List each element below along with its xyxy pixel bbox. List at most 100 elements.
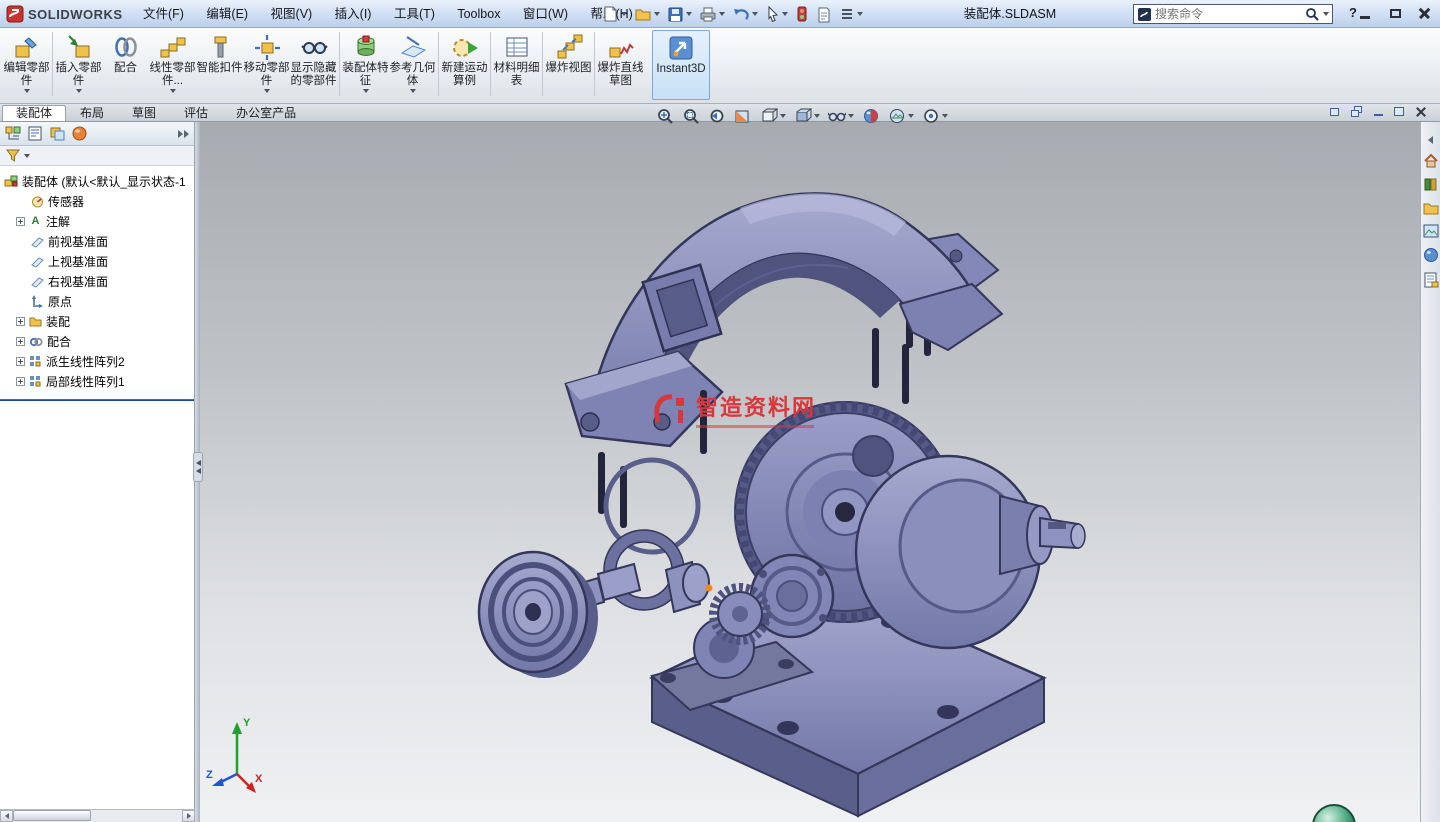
menu-edit[interactable]: 编辑(E)	[197, 0, 257, 28]
panel-overflow-chevron[interactable]	[177, 130, 189, 138]
filter-funnel-icon[interactable]	[6, 149, 20, 162]
scroll-right-button[interactable]	[182, 810, 195, 822]
displaymanager-tab-icon[interactable]	[71, 125, 88, 142]
print-button[interactable]	[697, 5, 727, 24]
scroll-left-button[interactable]	[0, 810, 13, 822]
search-scope-icon[interactable]	[1137, 7, 1152, 22]
explode-line-sketch-button[interactable]: 爆炸直线草图	[597, 30, 644, 102]
appearances-icon[interactable]	[1423, 247, 1439, 263]
graphics-viewport[interactable]	[200, 122, 1420, 822]
panel-collapse-handle[interactable]	[193, 452, 203, 482]
belt-pulley[interactable]	[479, 552, 598, 678]
tree-item-annotations[interactable]: A 注解	[0, 211, 194, 231]
display-style-button[interactable]	[793, 106, 821, 126]
task-pane-expand-chevron[interactable]	[1428, 136, 1433, 144]
smart-fasteners-button[interactable]: 智能扣件	[196, 30, 243, 102]
view-orientation-button[interactable]	[759, 106, 787, 126]
doc-cascade-icon[interactable]	[1351, 106, 1365, 119]
assembly-features-button[interactable]: 装配体特征	[342, 30, 389, 102]
search-magnifier-icon[interactable]	[1305, 7, 1320, 22]
rollback-bar[interactable]	[0, 399, 194, 401]
menu-insert[interactable]: 插入(I)	[326, 0, 381, 28]
instant3d-icon	[667, 34, 695, 62]
open-button[interactable]	[632, 4, 662, 24]
expand-toggle[interactable]	[16, 337, 25, 346]
doc-minimize-icon[interactable]	[1372, 106, 1386, 119]
filter-dropdown-arrow[interactable]	[24, 154, 30, 158]
menu-window[interactable]: 窗口(W)	[514, 0, 577, 28]
tree-item-front-plane[interactable]: 前视基准面	[0, 231, 194, 251]
scrollbar-thumb[interactable]	[13, 810, 91, 821]
file-explorer-icon[interactable]	[1423, 201, 1439, 215]
tree-item-origin[interactable]: 原点	[0, 291, 194, 311]
window-maximize-button[interactable]	[1384, 4, 1406, 23]
featuremanager-tree-tab-icon[interactable]	[5, 125, 22, 142]
file-properties-button[interactable]	[814, 5, 834, 24]
assembly-model[interactable]	[200, 122, 1420, 822]
search-input[interactable]	[1155, 7, 1302, 21]
reference-geometry-button[interactable]: 参考几何体	[389, 30, 436, 102]
previous-view-button[interactable]	[707, 106, 727, 126]
doc-restore-icon[interactable]	[1393, 106, 1407, 119]
tab-evaluate[interactable]: 评估	[170, 105, 222, 121]
expand-toggle[interactable]	[16, 217, 25, 226]
menu-view[interactable]: 视图(V)	[262, 0, 322, 28]
options-button[interactable]	[837, 5, 865, 23]
tree-root-assembly[interactable]: 装配体 (默认<默认_显示状态-1	[0, 171, 194, 191]
configurationmanager-tab-icon[interactable]	[49, 125, 66, 142]
menu-file[interactable]: 文件(F)	[134, 0, 193, 28]
mate-button[interactable]: 配合	[102, 30, 149, 102]
output-shaft-housing[interactable]	[856, 456, 1085, 648]
new-document-button[interactable]	[600, 4, 629, 24]
expand-toggle[interactable]	[16, 317, 25, 326]
apply-scene-button[interactable]	[887, 106, 915, 126]
tab-assembly[interactable]: 装配体	[2, 105, 66, 121]
show-hidden-components-button[interactable]: 显示隐藏的零部件	[290, 30, 337, 102]
exploded-view-button[interactable]: 爆炸视图	[545, 30, 592, 102]
view-palette-icon[interactable]	[1423, 224, 1439, 238]
expand-toggle[interactable]	[16, 377, 25, 386]
scrollbar-track[interactable]	[13, 810, 182, 822]
doc-previous-window-icon[interactable]	[1330, 106, 1344, 119]
zoom-area-button[interactable]	[681, 106, 701, 126]
linear-component-pattern-button[interactable]: 线性零部件...	[149, 30, 196, 102]
instant3d-button[interactable]: Instant3D	[652, 30, 710, 100]
search-dropdown-arrow[interactable]	[1323, 12, 1329, 16]
hide-show-items-button[interactable]	[827, 108, 855, 124]
tree-item-top-plane[interactable]: 上视基准面	[0, 251, 194, 271]
undo-button[interactable]	[730, 5, 760, 24]
select-button[interactable]	[763, 5, 790, 24]
section-view-button[interactable]	[733, 106, 753, 126]
design-library-icon[interactable]	[1423, 177, 1439, 192]
tree-item-right-plane[interactable]: 右视基准面	[0, 271, 194, 291]
expand-toggle[interactable]	[16, 357, 25, 366]
move-component-button[interactable]: 移动零部件	[243, 30, 290, 102]
save-button[interactable]	[665, 5, 694, 24]
front-bearing-cap[interactable]	[751, 555, 833, 637]
menu-toolbox[interactable]: Toolbox	[448, 0, 509, 28]
custom-properties-icon[interactable]	[1423, 272, 1439, 288]
edit-component-button[interactable]: 编辑零部件	[3, 30, 50, 102]
edit-appearance-button[interactable]	[861, 106, 881, 126]
tree-item-mates[interactable]: 配合	[0, 331, 194, 351]
propertymanager-tab-icon[interactable]	[27, 125, 44, 142]
window-minimize-button[interactable]	[1354, 4, 1376, 23]
resources-home-icon[interactable]	[1423, 153, 1439, 168]
tree-item-sensors[interactable]: 传感器	[0, 191, 194, 211]
new-motion-study-button[interactable]: 新建运动算例	[441, 30, 488, 102]
doc-close-icon[interactable]	[1414, 106, 1428, 119]
bill-of-materials-button[interactable]: 材料明细表	[493, 30, 540, 102]
tab-layout[interactable]: 布局	[66, 105, 118, 121]
tab-sketch[interactable]: 草图	[118, 105, 170, 121]
tree-item-local-pattern[interactable]: 局部线性阵列1	[0, 371, 194, 391]
menu-tools[interactable]: 工具(T)	[385, 0, 444, 28]
insert-component-button[interactable]: 插入零部件	[55, 30, 102, 102]
window-close-button[interactable]	[1414, 4, 1436, 23]
tree-item-assembly-folder[interactable]: 装配	[0, 311, 194, 331]
rebuild-button[interactable]	[793, 4, 811, 24]
tree-item-derived-pattern[interactable]: 派生线性阵列2	[0, 351, 194, 371]
feature-tree: 装配体 (默认<默认_显示状态-1 传感器 A 注解 前视基准面 上视基准面	[0, 166, 194, 401]
view-settings-button[interactable]	[921, 106, 949, 126]
tab-office-products[interactable]: 办公室产品	[222, 105, 310, 121]
zoom-fit-button[interactable]	[655, 106, 675, 126]
